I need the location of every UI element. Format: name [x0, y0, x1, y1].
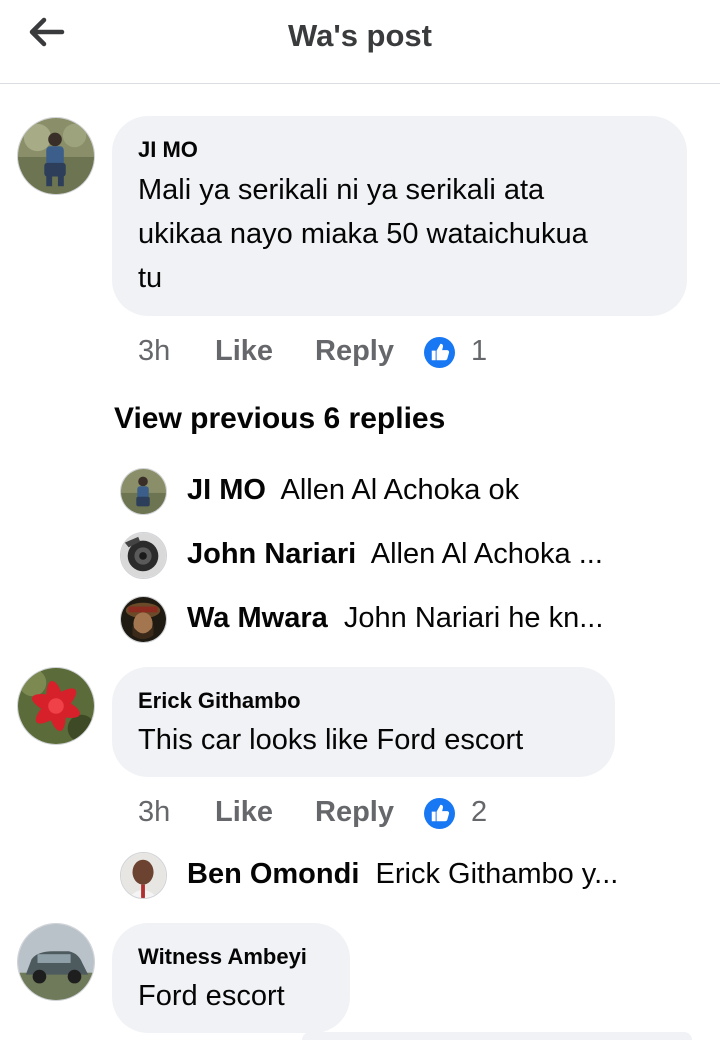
comment-actions: 3h Like Reply 1: [138, 335, 538, 375]
reply-author[interactable]: John Nariari: [187, 538, 356, 570]
avatar[interactable]: [120, 532, 167, 579]
avatar[interactable]: [120, 468, 167, 515]
reply-author[interactable]: Ben Omondi: [187, 858, 359, 890]
reply-button[interactable]: Reply: [315, 796, 394, 829]
comment-bubble: JI MO Mali ya serikali ni ya serikali at…: [112, 116, 687, 316]
reply-snippet: Erick Githambo y...: [375, 858, 619, 890]
comment-text-line: Mali ya serikali ni ya serikali ata: [138, 174, 545, 206]
avatar[interactable]: [17, 923, 95, 1001]
avatar-photo: [121, 533, 166, 578]
app-header: Wa's post: [0, 0, 720, 84]
thumbs-up-icon: [424, 798, 455, 829]
reaction-count[interactable]: 2: [471, 796, 487, 829]
comment-bubble: Witness Ambeyi Ford escort: [112, 923, 350, 1033]
comment-timestamp: 3h: [138, 796, 171, 828]
reply-preview-row[interactable]: Wa Mwara John Nariari he kn...: [120, 596, 680, 646]
reply-snippet: Allen Al Achoka ...: [370, 538, 603, 570]
reply-preview-text: John Nariari Allen Al Achoka ...: [187, 538, 677, 571]
comment-text-line: This car looks like Ford escort: [138, 724, 524, 756]
comment-author[interactable]: JI MO: [138, 137, 198, 163]
reply-button[interactable]: Reply: [315, 335, 394, 368]
avatar[interactable]: [120, 852, 167, 899]
comment-text-line: ukikaa nayo miaka 50 wataichukua: [138, 218, 588, 250]
reaction-count[interactable]: 1: [471, 335, 487, 368]
comment-text-line: Ford escort: [138, 980, 285, 1012]
next-comment-fragment: [302, 1032, 692, 1040]
reply-preview-text: Ben Omondi Erick Githambo y...: [187, 858, 677, 891]
reply-author[interactable]: JI MO: [187, 474, 266, 506]
like-button[interactable]: Like: [215, 335, 273, 368]
comment-author[interactable]: Erick Githambo: [138, 688, 301, 714]
comment-author[interactable]: Witness Ambeyi: [138, 944, 307, 970]
view-previous-replies-link[interactable]: View previous 6 replies: [114, 402, 445, 436]
avatar-photo: [121, 469, 166, 514]
avatar-photo: [18, 924, 94, 1000]
reply-snippet: Allen Al Achoka ok: [280, 474, 520, 506]
comment-actions: 3h Like Reply 2: [138, 796, 538, 836]
avatar-photo: [18, 668, 94, 744]
comment-timestamp: 3h: [138, 335, 171, 367]
avatar[interactable]: [17, 667, 95, 745]
reply-preview-text: JI MO Allen Al Achoka ok: [187, 474, 677, 507]
reply-snippet: John Nariari he kn...: [343, 602, 604, 634]
avatar-photo: [18, 118, 94, 194]
avatar-photo: [121, 597, 166, 642]
avatar[interactable]: [17, 117, 95, 195]
like-button[interactable]: Like: [215, 796, 273, 829]
thumbs-up-icon: [424, 337, 455, 368]
comment-text-line: tu: [138, 262, 163, 294]
reply-preview-text: Wa Mwara John Nariari he kn...: [187, 602, 677, 635]
reply-preview-row[interactable]: Ben Omondi Erick Githambo y...: [120, 852, 680, 902]
reply-preview-row[interactable]: John Nariari Allen Al Achoka ...: [120, 532, 680, 582]
reply-preview-row[interactable]: JI MO Allen Al Achoka ok: [120, 468, 680, 518]
comment-bubble: Erick Githambo This car looks like Ford …: [112, 667, 615, 777]
avatar-photo: [121, 853, 166, 898]
reply-author[interactable]: Wa Mwara: [187, 602, 328, 634]
page-title: Wa's post: [287, 18, 432, 53]
avatar[interactable]: [120, 596, 167, 643]
